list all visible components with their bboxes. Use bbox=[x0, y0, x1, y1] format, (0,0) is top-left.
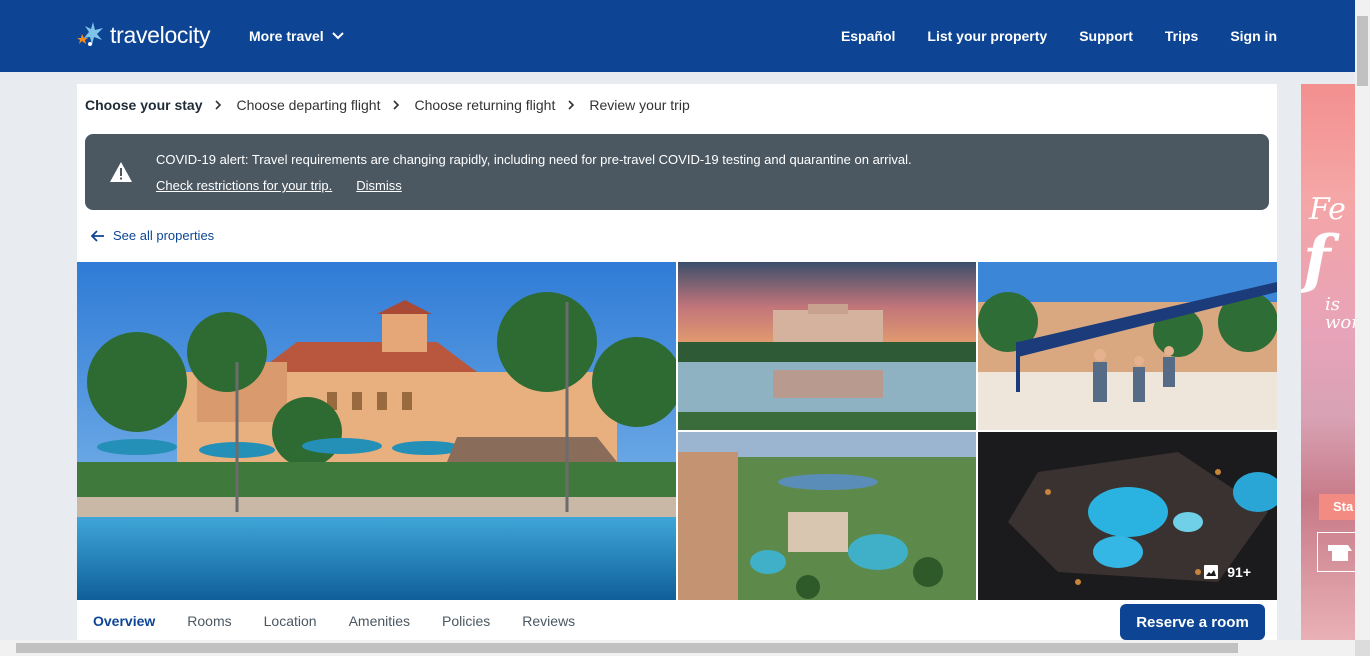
volleyball-photo[interactable] bbox=[978, 262, 1277, 430]
property-tabs: Overview Rooms Location Amenities Polici… bbox=[93, 613, 575, 629]
ad-start-button[interactable]: Sta bbox=[1319, 494, 1355, 520]
resort-lake-photo[interactable] bbox=[678, 262, 976, 430]
tab-overview[interactable]: Overview bbox=[93, 613, 155, 629]
covid-alert: COVID-19 alert: Travel requirements are … bbox=[85, 134, 1269, 210]
reserve-room-button[interactable]: Reserve a room bbox=[1120, 604, 1265, 640]
nav-support[interactable]: Support bbox=[1079, 28, 1133, 44]
dismiss-link[interactable]: Dismiss bbox=[356, 178, 402, 193]
side-advertisement[interactable]: Fe f is wor Sta bbox=[1301, 84, 1355, 640]
nav-espanol[interactable]: Español bbox=[841, 28, 895, 44]
tab-policies[interactable]: Policies bbox=[442, 613, 490, 629]
photo-count-text: 91+ bbox=[1227, 564, 1251, 580]
nav-sign-in[interactable]: Sign in bbox=[1230, 28, 1277, 44]
photo-gallery: 91+ bbox=[77, 262, 1277, 600]
photo-count-badge[interactable]: 91+ bbox=[1203, 564, 1251, 580]
step-choose-stay[interactable]: Choose your stay bbox=[85, 97, 202, 113]
alert-message: COVID-19 alert: Travel requirements are … bbox=[156, 152, 912, 167]
ad-text-line4: wor bbox=[1325, 312, 1355, 333]
step-returning-flight[interactable]: Choose returning flight bbox=[414, 97, 555, 113]
nav-list-property[interactable]: List your property bbox=[927, 28, 1047, 44]
main-panel: Choose your stay Choose departing flight… bbox=[77, 84, 1277, 644]
aerial-resort-photo[interactable] bbox=[678, 432, 976, 600]
vertical-scroll-thumb[interactable] bbox=[1357, 16, 1368, 86]
vertical-scrollbar[interactable] bbox=[1355, 0, 1370, 640]
chevron-down-icon bbox=[331, 32, 344, 40]
horizontal-scroll-thumb[interactable] bbox=[16, 643, 1238, 653]
step-departing-flight[interactable]: Choose departing flight bbox=[236, 97, 380, 113]
tab-rooms[interactable]: Rooms bbox=[187, 613, 231, 629]
see-all-properties-link[interactable]: See all properties bbox=[91, 228, 214, 243]
header-nav: Español List your property Support Trips… bbox=[841, 28, 1277, 44]
main-pool-photo[interactable] bbox=[77, 262, 676, 600]
see-all-label: See all properties bbox=[113, 228, 215, 243]
alert-links: Check restrictions for your trip. Dismis… bbox=[156, 178, 402, 193]
tab-location[interactable]: Location bbox=[264, 613, 317, 629]
tab-amenities[interactable]: Amenities bbox=[349, 613, 410, 629]
scrollbar-corner bbox=[1355, 640, 1370, 656]
logo-text: travelocity bbox=[110, 21, 211, 48]
arrow-left-icon bbox=[91, 229, 104, 242]
horizontal-scrollbar[interactable] bbox=[0, 640, 1355, 656]
more-travel-menu[interactable]: More travel bbox=[249, 28, 344, 44]
step-review-trip[interactable]: Review your trip bbox=[589, 97, 689, 113]
night-pool-photo[interactable]: 91+ bbox=[978, 432, 1277, 600]
nav-trips[interactable]: Trips bbox=[1165, 28, 1198, 44]
more-travel-label: More travel bbox=[249, 28, 324, 44]
chevron-right-icon bbox=[215, 100, 222, 110]
top-header: travelocity More travel Español List you… bbox=[0, 0, 1355, 72]
travelocity-logo[interactable]: travelocity bbox=[76, 20, 211, 50]
chevron-right-icon bbox=[393, 100, 400, 110]
tab-reviews[interactable]: Reviews bbox=[522, 613, 575, 629]
chevron-right-icon bbox=[568, 100, 575, 110]
image-gallery-icon bbox=[1204, 565, 1219, 579]
check-restrictions-link[interactable]: Check restrictions for your trip. bbox=[156, 178, 332, 193]
ad-flag-icon bbox=[1317, 532, 1355, 572]
logo-star-icon bbox=[76, 20, 106, 50]
warning-icon bbox=[110, 162, 132, 182]
ad-text-line2: f bbox=[1303, 222, 1331, 297]
booking-steps: Choose your stay Choose departing flight… bbox=[85, 97, 690, 113]
